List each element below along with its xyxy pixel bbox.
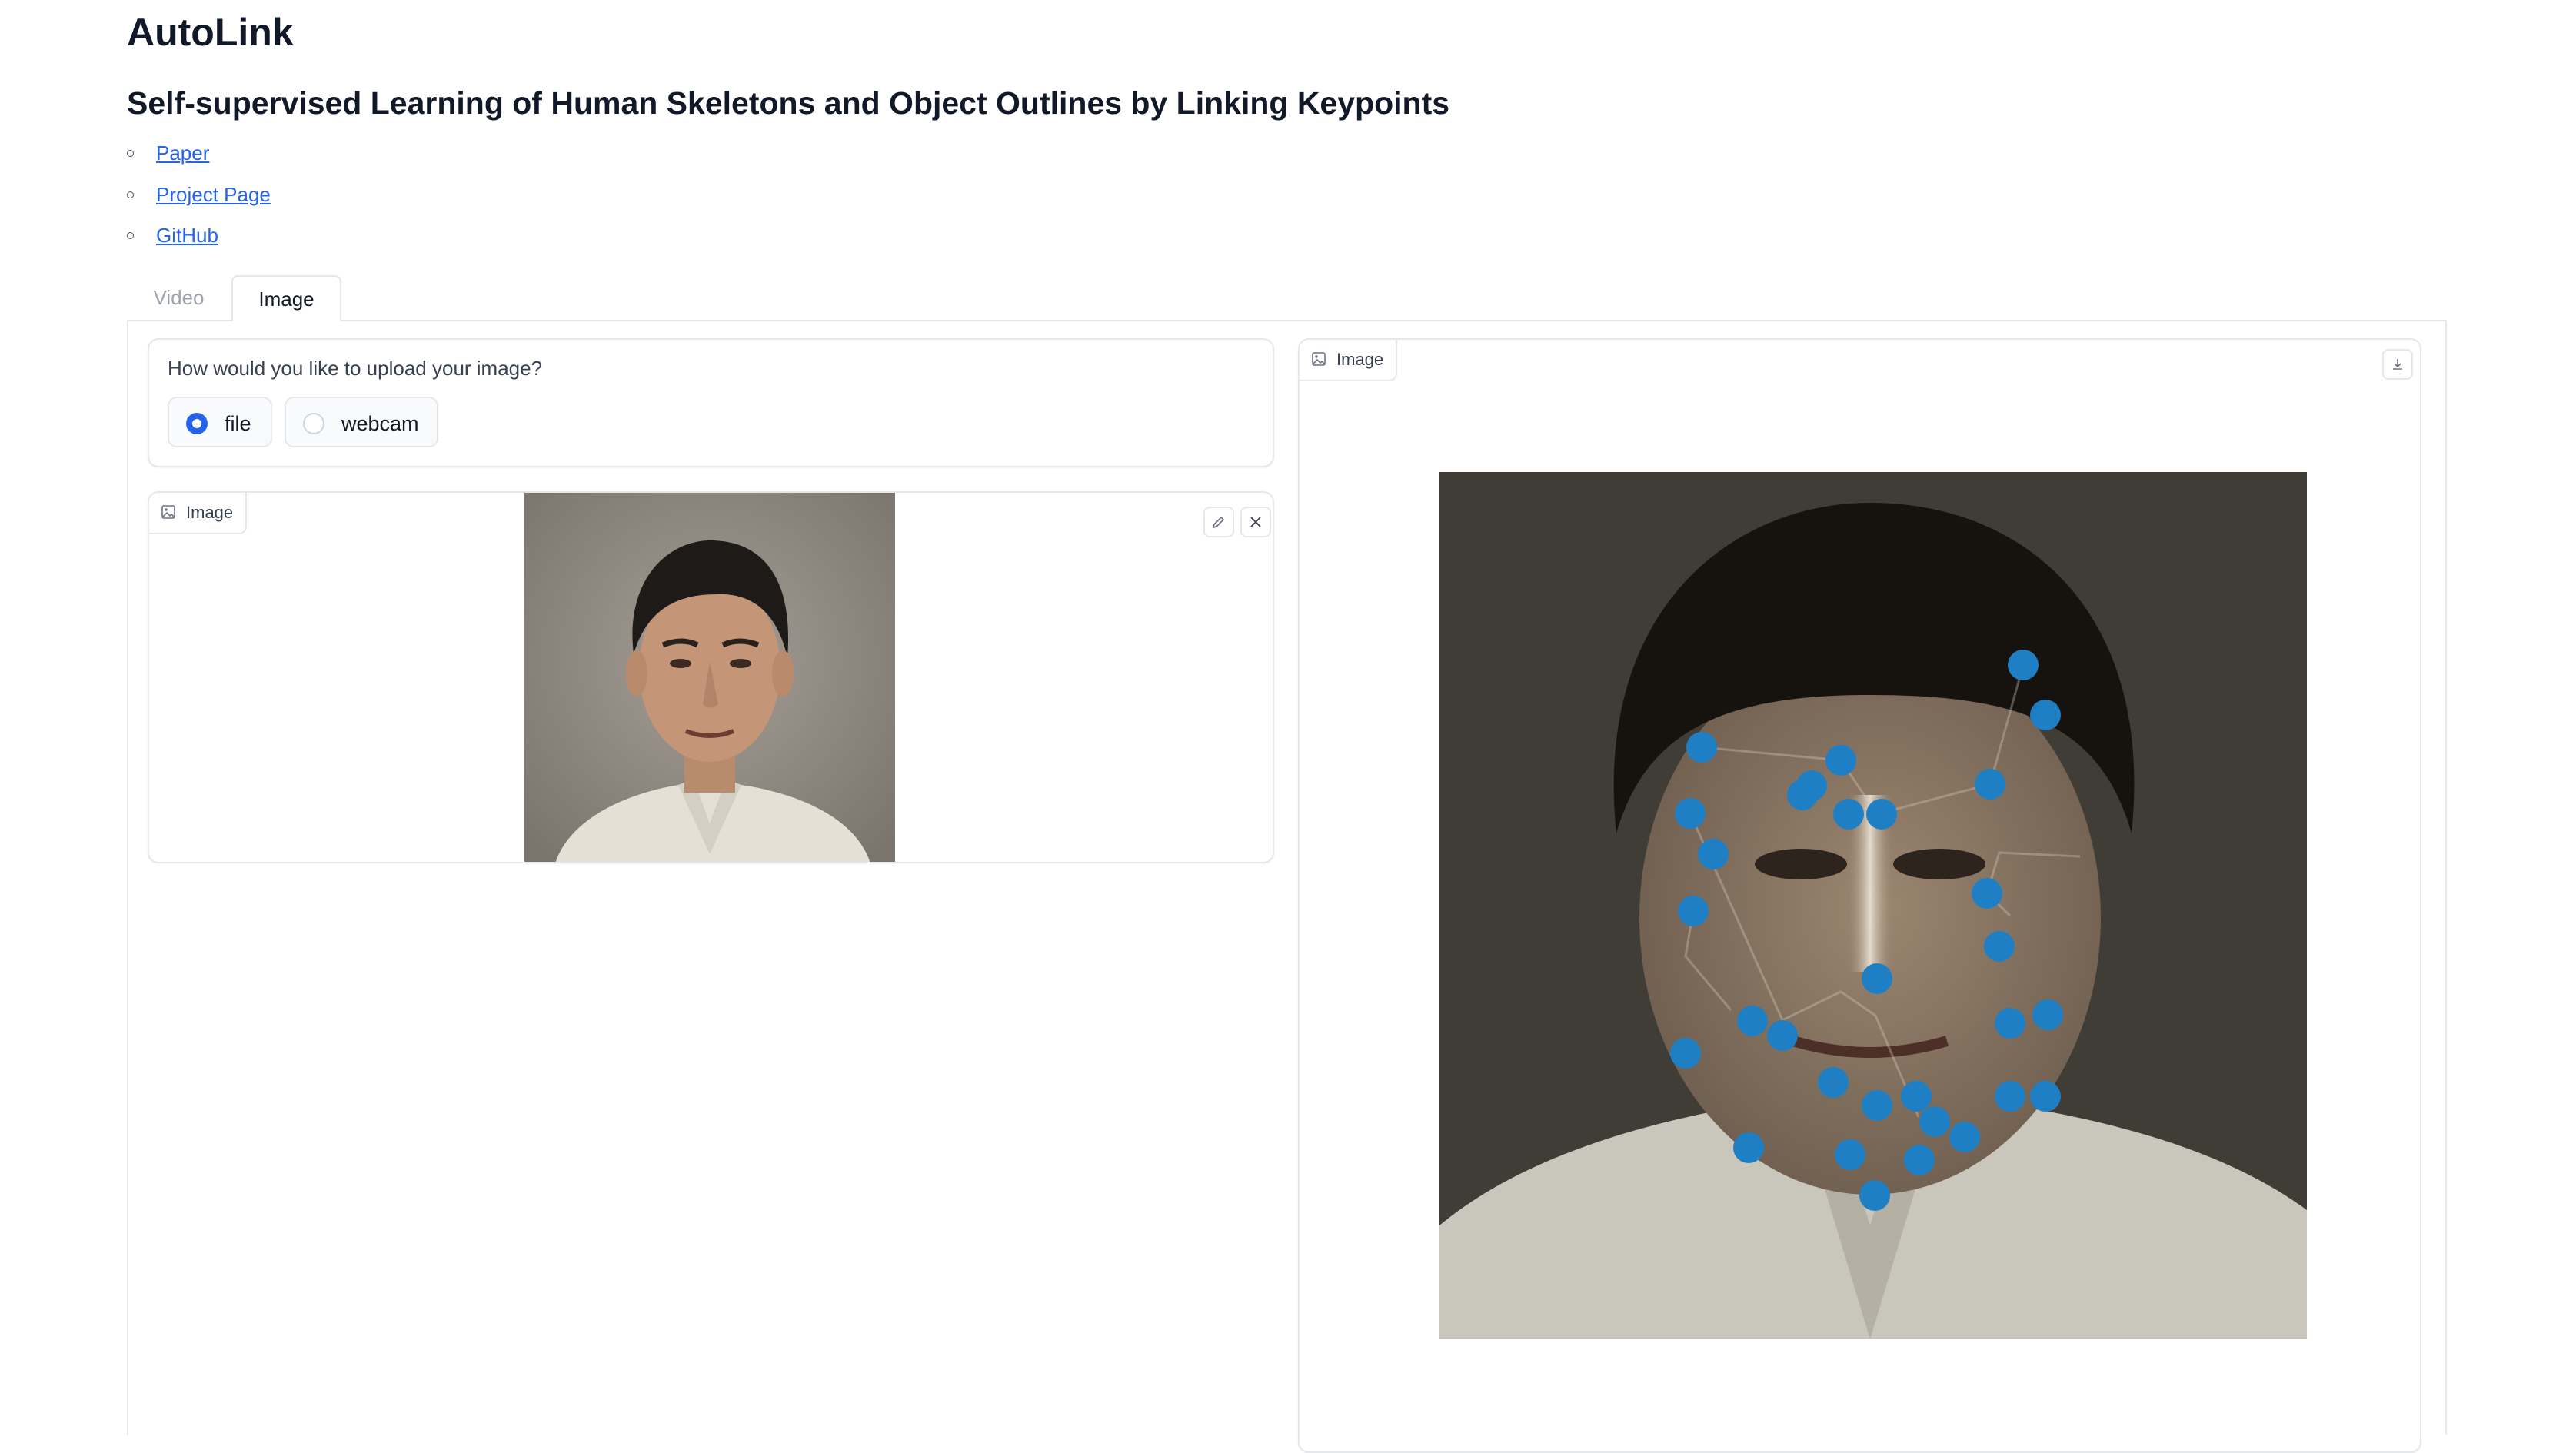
upload-mode-question: How would you like to upload your image? [168, 357, 543, 380]
app-title: AutoLink [127, 11, 294, 54]
keypoint-marker [1862, 1090, 1892, 1121]
keypoint-marker [1670, 1038, 1701, 1069]
output-image-card: Image [1298, 338, 2421, 1453]
image-label-text: Image [186, 503, 234, 522]
keypoint-marker [1818, 1067, 1849, 1098]
keypoint-marker [1901, 1081, 1932, 1112]
keypoint-marker [2030, 700, 2061, 730]
image-label-badge: Image [149, 493, 248, 534]
keypoint-marker [2032, 999, 2063, 1030]
image-icon [161, 505, 175, 519]
input-image-card[interactable]: Image [148, 491, 1274, 863]
keypoint-marker [1995, 1008, 2025, 1039]
keypoint-marker [1767, 1020, 1798, 1051]
keypoint-marker [1698, 839, 1729, 869]
keypoint-marker [1796, 770, 1827, 801]
keypoint-marker [1919, 1106, 1950, 1137]
radio-option-webcam[interactable]: webcam [285, 397, 438, 447]
edit-button[interactable] [1203, 507, 1234, 537]
input-portrait-image [524, 493, 895, 862]
download-icon [2393, 359, 2402, 370]
keypoint-marker [1833, 799, 1864, 830]
list-item: Project Page [127, 176, 271, 218]
keypoint-marker [1825, 745, 1856, 776]
keypoint-marker [1984, 931, 2015, 962]
keypoint-marker [1866, 799, 1897, 830]
keypoint-marker [1678, 896, 1709, 926]
list-item: GitHub [127, 217, 271, 258]
keypoint-marker [1862, 963, 1892, 994]
paper-link[interactable]: Paper [156, 141, 209, 165]
image-label-text: Image [1336, 350, 1384, 369]
radio-label-webcam: webcam [341, 412, 419, 435]
radio-checked-icon[interactable] [186, 413, 208, 434]
close-icon [1250, 517, 1261, 527]
keypoint-marker [2030, 1081, 2061, 1112]
keypoint-marker [1975, 769, 2005, 800]
radio-option-file[interactable]: file [168, 397, 272, 447]
image-icon [1312, 352, 1326, 366]
keypoint-marker [1859, 1180, 1890, 1211]
edit-icon [1212, 516, 1225, 529]
github-link[interactable]: GitHub [156, 224, 218, 247]
tab-image[interactable]: Image [231, 275, 341, 321]
download-button[interactable] [2382, 349, 2413, 380]
list-item: Paper [127, 135, 271, 176]
keypoint-marker [2008, 650, 2039, 680]
radio-unchecked-icon[interactable] [303, 413, 324, 434]
project-page-link[interactable]: Project Page [156, 183, 271, 206]
radio-label-file: file [225, 412, 251, 435]
page-subtitle: Self-supervised Learning of Human Skelet… [127, 85, 1450, 121]
clear-button[interactable] [1240, 507, 1271, 537]
image-label-badge: Image [1300, 340, 1398, 381]
keypoint-marker [1949, 1122, 1980, 1152]
upload-mode-card: How would you like to upload your image?… [148, 338, 1274, 467]
keypoint-marker [1733, 1132, 1764, 1163]
tab-video[interactable]: Video [127, 275, 231, 320]
keypoint-result-image [1439, 472, 2307, 1339]
links-list: Paper Project Page GitHub [127, 135, 271, 258]
keypoint-marker [1972, 878, 2002, 909]
keypoint-marker [1686, 732, 1717, 763]
keypoint-marker [1995, 1081, 2025, 1112]
keypoint-marker [1675, 798, 1706, 829]
keypoint-marker [1835, 1139, 1865, 1170]
keypoint-marker [1737, 1006, 1768, 1036]
keypoint-marker [1904, 1145, 1935, 1175]
